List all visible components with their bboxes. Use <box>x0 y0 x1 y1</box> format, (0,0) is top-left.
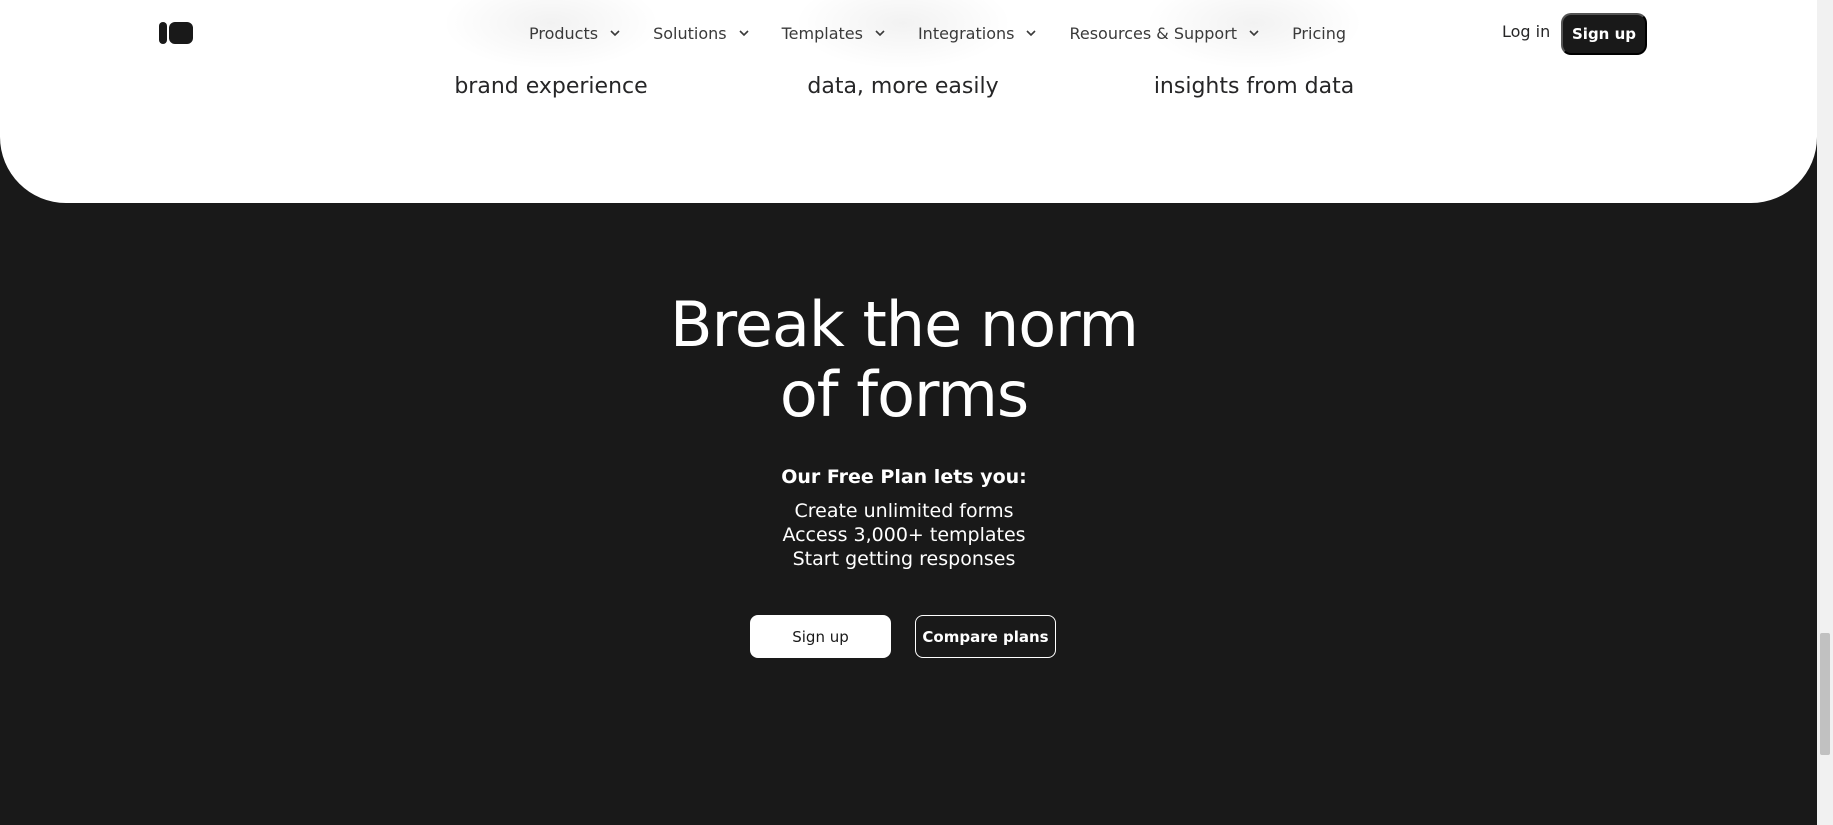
typeform-logo-icon[interactable] <box>159 22 193 44</box>
nav-item-resources-support[interactable]: Resources & Support <box>1069 24 1259 43</box>
hero-title: Break the norm of forms <box>604 290 1204 430</box>
signup-button[interactable]: Sign up <box>750 615 891 658</box>
chevron-down-icon <box>1249 30 1259 37</box>
list-item: Create unlimited forms <box>794 500 1014 522</box>
hero-title-line2: of forms <box>779 358 1029 431</box>
compare-plans-button[interactable]: Compare plans <box>915 615 1056 658</box>
feature-caption-insights: insights from data <box>1153 74 1355 99</box>
free-plan-benefits-list: Create unlimited forms Access 3,000+ tem… <box>0 499 1808 571</box>
list-item: Access 3,000+ templates <box>782 524 1026 546</box>
nav-item-label: Products <box>529 23 599 43</box>
nav-item-integrations[interactable]: Integrations <box>918 24 1037 43</box>
nav-item-pricing[interactable]: Pricing <box>1292 24 1346 43</box>
nav-item-solutions[interactable]: Solutions <box>653 24 749 43</box>
hero-cta-row: Sign up Compare plans <box>750 615 1056 658</box>
scrollbar-thumb[interactable] <box>1820 633 1830 755</box>
nav-item-products[interactable]: Products <box>529 24 620 43</box>
nav-item-label: Solutions <box>653 23 727 43</box>
hero-title-line1: Break the norm <box>670 288 1139 361</box>
free-plan-heading: Our Free Plan lets you: <box>781 466 1027 488</box>
feature-caption-data: data, more easily <box>807 74 999 99</box>
nav-item-label: Templates <box>781 23 863 43</box>
signup-button-header[interactable]: Sign up <box>1561 13 1647 55</box>
main-nav-menu: Products Solutions Templates Integration… <box>529 0 1346 66</box>
feature-caption-brand: brand experience <box>454 74 648 99</box>
nav-item-templates[interactable]: Templates <box>782 24 885 43</box>
chevron-down-icon <box>875 30 885 37</box>
nav-item-label: Integrations <box>917 23 1015 43</box>
hero-section: Break the norm of forms Our Free Plan le… <box>0 290 1808 571</box>
chevron-down-icon <box>1026 30 1037 37</box>
page-scrollbar[interactable] <box>1817 0 1833 825</box>
chevron-down-icon <box>739 30 749 37</box>
top-navbar: Products Solutions Templates Integration… <box>0 0 1817 66</box>
chevron-down-icon <box>610 30 620 37</box>
login-link[interactable]: Log in <box>1502 22 1550 41</box>
list-item: Start getting responses <box>792 548 1016 570</box>
nav-item-label: Resources & Support <box>1069 23 1238 43</box>
nav-item-label: Pricing <box>1292 23 1346 43</box>
